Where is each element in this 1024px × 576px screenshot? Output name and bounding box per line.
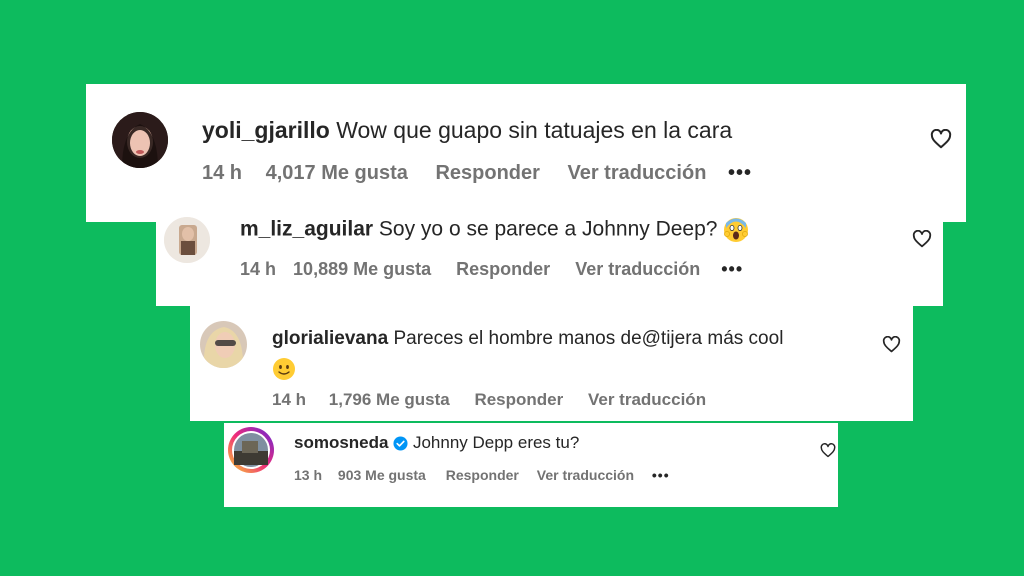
timestamp: 14 h	[202, 162, 243, 184]
face-screaming-in-fear-icon	[724, 218, 749, 242]
translate-button[interactable]: Ver traducción	[575, 259, 700, 280]
avatar[interactable]	[112, 112, 168, 168]
heart-icon[interactable]	[820, 443, 836, 458]
comment-meta: 13 h 903 Me gusta Responder Ver traducci…	[294, 467, 670, 483]
more-options-icon[interactable]: •••	[652, 467, 670, 483]
timestamp: 13 h	[294, 467, 323, 483]
comment-text: Johnny Depp eres tu?	[412, 433, 580, 452]
avatar-photo-icon	[232, 431, 270, 469]
comment-text: Soy yo o se parece a Johnny Deep?	[378, 217, 718, 241]
comment-line: m_liz_aguilar Soy yo o se parece a Johnn…	[240, 217, 749, 243]
heart-icon[interactable]	[912, 230, 932, 248]
avatar[interactable]	[200, 321, 247, 368]
reply-button[interactable]: Responder	[446, 467, 519, 483]
translate-button[interactable]: Ver traducción	[567, 162, 706, 185]
heart-icon[interactable]	[930, 129, 952, 149]
likes-count[interactable]: 4,017 Me gusta	[266, 162, 408, 185]
avatar-photo-icon	[112, 112, 168, 168]
more-options-icon[interactable]: •••	[721, 259, 743, 280]
avatar[interactable]	[228, 427, 274, 473]
reply-button[interactable]: Responder	[474, 390, 563, 410]
comment-line: yoli_gjarillo Wow que guapo sin tatuajes…	[202, 117, 732, 144]
likes-count[interactable]: 1,796 Me gusta	[329, 390, 450, 410]
username[interactable]: glorialievana	[272, 328, 388, 349]
username[interactable]: yoli_gjarillo	[202, 117, 330, 143]
timestamp: 14 h	[240, 259, 277, 279]
comment-card: glorialievana Pareces el hombre manos de…	[190, 306, 913, 421]
slightly-smiling-face-icon	[273, 357, 295, 380]
heart-icon[interactable]	[882, 336, 901, 353]
comment-line: somosneda Johnny Depp eres tu?	[294, 433, 579, 453]
comment-text: Pareces el hombre manos de@tijera más co…	[393, 328, 784, 349]
translate-button[interactable]: Ver traducción	[537, 467, 634, 483]
verified-badge-icon	[393, 436, 408, 451]
translate-button[interactable]: Ver traducción	[588, 390, 706, 410]
avatar-photo-icon	[164, 217, 210, 263]
comment-meta: 14 h 1,796 Me gusta Responder Ver traduc…	[272, 390, 706, 410]
likes-count[interactable]: 903 Me gusta	[338, 467, 426, 483]
comment-line: glorialievana Pareces el hombre manos de…	[272, 324, 783, 384]
username[interactable]: m_liz_aguilar	[240, 218, 373, 241]
more-options-icon[interactable]: •••	[728, 162, 752, 185]
username[interactable]: somosneda	[294, 433, 388, 452]
comment-text: Wow que guapo sin tatuajes en la cara	[336, 117, 733, 143]
likes-count[interactable]: 10,889 Me gusta	[293, 259, 431, 280]
avatar[interactable]	[164, 217, 210, 263]
reply-button[interactable]: Responder	[435, 162, 539, 185]
comment-card: somosneda Johnny Depp eres tu? 13 h 903 …	[224, 423, 838, 507]
avatar-photo-icon	[200, 321, 247, 368]
comment-card: m_liz_aguilar Soy yo o se parece a Johnn…	[156, 197, 943, 306]
timestamp: 14 h	[272, 390, 307, 409]
comment-meta: 14 h 4,017 Me gusta Responder Ver traduc…	[202, 162, 752, 185]
reply-button[interactable]: Responder	[456, 259, 550, 280]
comment-meta: 14 h 10,889 Me gusta Responder Ver tradu…	[240, 259, 743, 280]
